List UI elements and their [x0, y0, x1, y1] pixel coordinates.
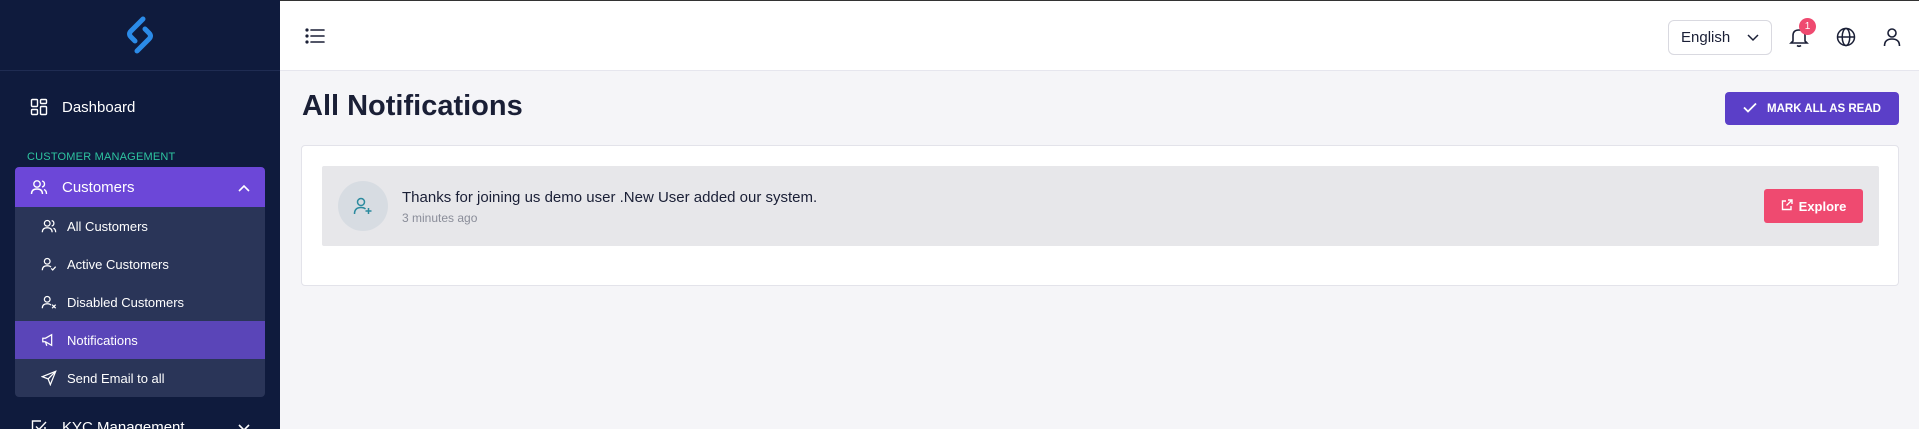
submenu-item-label: Disabled Customers — [67, 294, 185, 310]
brand-logo[interactable] — [0, 0, 280, 71]
sidebar-item-send-email[interactable]: Send Email to all — [15, 359, 265, 397]
sidebar-item-active-customers[interactable]: Active Customers — [15, 245, 265, 283]
language-select[interactable]: English — [1668, 20, 1772, 55]
mark-all-read-label: MARK ALL AS READ — [1767, 102, 1881, 115]
section-label-customer-management: CUSTOMER MANAGEMENT — [27, 151, 176, 163]
send-icon — [41, 370, 57, 386]
user-icon[interactable] — [1882, 27, 1902, 47]
notification-item: Thanks for joining us demo user .New Use… — [322, 166, 1879, 246]
avatar — [338, 181, 388, 231]
notification-count-badge: 1 — [1799, 18, 1816, 35]
sidebar: Dashboard CUSTOMER MANAGEMENT Customers — [0, 0, 280, 429]
submenu-item-label: Send Email to all — [67, 370, 165, 386]
user-check-icon — [41, 256, 57, 272]
user-plus-icon — [353, 197, 372, 215]
submenu-item-label: Active Customers — [67, 256, 169, 272]
users-icon — [41, 218, 57, 234]
external-link-icon — [1781, 198, 1793, 214]
user-x-icon — [41, 294, 57, 310]
users-icon — [30, 178, 48, 196]
submenu-item-label: Notifications — [67, 332, 138, 348]
sidebar-item-kyc-management[interactable]: KYC Management — [0, 407, 280, 429]
sidebar-item-label: Dashboard — [62, 98, 136, 116]
menu-list-icon[interactable] — [304, 25, 326, 47]
grid-icon — [30, 98, 48, 116]
mark-all-read-button[interactable]: MARK ALL AS READ — [1725, 92, 1899, 125]
checkbox-icon — [30, 418, 48, 429]
sidebar-item-label: KYC Management — [62, 418, 185, 429]
submenu-item-label: All Customers — [67, 218, 148, 234]
chevron-down-icon — [238, 419, 250, 429]
chevron-up-icon — [238, 179, 250, 196]
check-icon — [1743, 102, 1757, 116]
sidebar-item-all-customers[interactable]: All Customers — [15, 207, 265, 245]
sidebar-item-customers[interactable]: Customers — [15, 167, 265, 207]
sidebar-item-label: Customers — [62, 178, 135, 196]
page-title: All Notifications — [302, 90, 523, 122]
customers-submenu: All Customers Active Customers Disabled … — [15, 207, 265, 397]
sidebar-item-notifications[interactable]: Notifications — [15, 321, 265, 359]
megaphone-icon — [41, 332, 57, 348]
explore-button[interactable]: Explore — [1764, 189, 1863, 223]
notification-time: 3 minutes ago — [402, 211, 478, 225]
topbar: English 1 — [280, 0, 1919, 71]
explore-label: Explore — [1798, 198, 1847, 214]
chevron-down-icon — [1747, 29, 1759, 46]
globe-icon[interactable] — [1835, 26, 1857, 48]
brand-logo-icon — [127, 16, 153, 54]
sidebar-item-dashboard[interactable]: Dashboard — [0, 87, 280, 127]
notification-message: Thanks for joining us demo user .New Use… — [402, 189, 818, 206]
language-value: English — [1681, 29, 1731, 46]
sidebar-item-disabled-customers[interactable]: Disabled Customers — [15, 283, 265, 321]
notifications-card: Thanks for joining us demo user .New Use… — [301, 145, 1899, 286]
